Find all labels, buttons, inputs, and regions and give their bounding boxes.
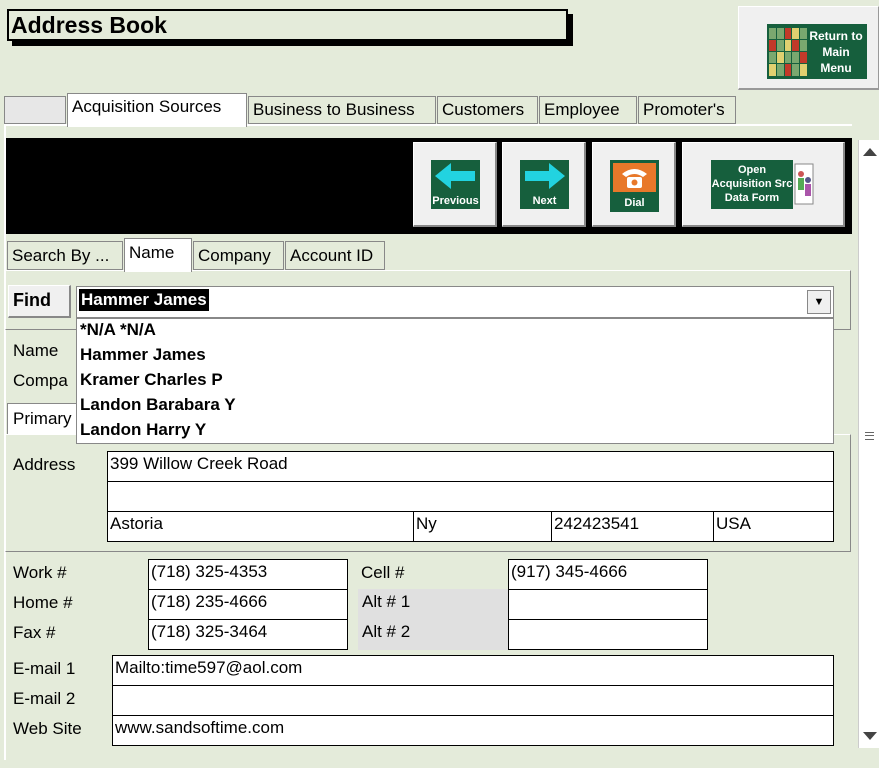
next-tile: Next (520, 160, 569, 209)
tab-search-company[interactable]: Company (193, 241, 284, 270)
tab-business-to-business[interactable]: Business to Business (248, 96, 436, 124)
find-dropdown-list: *N/A *N/A Hammer James Kramer Charles P … (76, 318, 834, 444)
website-field[interactable]: www.sandsoftime.com (112, 715, 834, 746)
return-to-main-menu-button[interactable]: Return to Main Menu (738, 6, 879, 90)
cell-phone-field[interactable]: (917) 345-4666 (508, 559, 708, 590)
home-phone-label: Home # (13, 593, 73, 612)
open-form-label-3: Data Form (724, 192, 780, 204)
home-phone-field[interactable]: (718) 235-4666 (148, 589, 348, 620)
scroll-thumb-grip-icon[interactable] (865, 432, 874, 440)
window-title: Address Book (7, 9, 568, 41)
arrow-left-icon (435, 163, 475, 189)
fax-field[interactable]: (718) 325-3464 (148, 619, 348, 650)
previous-label: Previous (432, 195, 479, 207)
tab-search-account-id[interactable]: Account ID (285, 241, 385, 270)
find-combobox[interactable]: Hammer James ▼ (76, 286, 834, 318)
find-combobox-value: Hammer James (79, 289, 209, 311)
next-button[interactable]: Next (502, 142, 586, 227)
country-field[interactable]: USA (713, 511, 834, 542)
city-field[interactable]: Astoria (107, 511, 414, 542)
email2-label: E-mail 2 (13, 689, 76, 708)
address-line2-field[interactable] (107, 481, 834, 512)
tab-blank[interactable] (4, 96, 66, 124)
website-label: Web Site (13, 719, 82, 738)
work-phone-field[interactable]: (718) 325-4353 (148, 559, 348, 590)
address-line1-field[interactable]: 399 Willow Creek Road (107, 451, 834, 482)
alt2-phone-field[interactable] (508, 619, 708, 650)
alt1-label: Alt # 1 (358, 589, 509, 620)
tab-employee[interactable]: Employee (539, 96, 637, 124)
dropdown-option[interactable]: Landon Harry Y (77, 419, 833, 444)
tab-search-by[interactable]: Search By ... (7, 241, 123, 270)
open-form-label-2: Acquisition Src (711, 178, 793, 190)
dropdown-option[interactable]: Kramer Charles P (77, 369, 833, 394)
tab-acquisition-sources[interactable]: Acquisition Sources (67, 93, 247, 127)
previous-tile: Previous (431, 160, 480, 209)
telephone-icon (613, 163, 656, 192)
zip-field[interactable]: 242423541 (551, 511, 714, 542)
alt1-phone-field[interactable] (508, 589, 708, 620)
books-icon (769, 27, 807, 76)
tab-search-name[interactable]: Name (124, 238, 192, 272)
tab-customers[interactable]: Customers (437, 96, 538, 124)
address-label: Address (13, 455, 76, 474)
email1-label: E-mail 1 (13, 659, 76, 678)
people-icon (794, 163, 814, 205)
dial-button[interactable]: Dial (592, 142, 676, 227)
dial-tile: Dial (610, 160, 659, 212)
state-field[interactable]: Ny (413, 511, 552, 542)
arrow-right-icon (525, 163, 565, 189)
open-form-tile: Open Acquisition Src Data Form (711, 160, 793, 209)
scroll-down-icon[interactable] (863, 732, 877, 740)
cell-phone-label: Cell # (361, 563, 405, 582)
return-button-tile: Return to Main Menu (767, 24, 867, 79)
scroll-up-icon[interactable] (863, 148, 877, 156)
find-button[interactable]: Find (8, 285, 71, 318)
vertical-scrollbar[interactable] (858, 140, 879, 748)
email2-field[interactable] (112, 685, 834, 716)
dropdown-option[interactable]: *N/A *N/A (77, 319, 833, 344)
chevron-down-icon[interactable]: ▼ (807, 290, 831, 314)
email1-field[interactable]: Mailto:time597@aol.com (112, 655, 834, 686)
work-phone-label: Work # (13, 563, 67, 582)
open-form-label-1: Open (737, 164, 767, 176)
fax-label: Fax # (13, 623, 56, 642)
previous-button[interactable]: Previous (413, 142, 497, 227)
return-button-label: Return to Main Menu (809, 28, 863, 75)
dropdown-option[interactable]: Hammer James (77, 344, 833, 369)
tab-promoters[interactable]: Promoter's (638, 96, 736, 124)
company-label: Compa (13, 371, 68, 390)
dial-label: Dial (624, 197, 645, 209)
name-label: Name (13, 341, 59, 360)
tab-primary[interactable]: Primary (7, 403, 77, 434)
next-label: Next (532, 195, 557, 207)
dropdown-option[interactable]: Landon Barabara Y (77, 394, 833, 419)
open-acquisition-form-button[interactable]: Open Acquisition Src Data Form (682, 142, 845, 227)
alt2-label: Alt # 2 (358, 619, 509, 650)
